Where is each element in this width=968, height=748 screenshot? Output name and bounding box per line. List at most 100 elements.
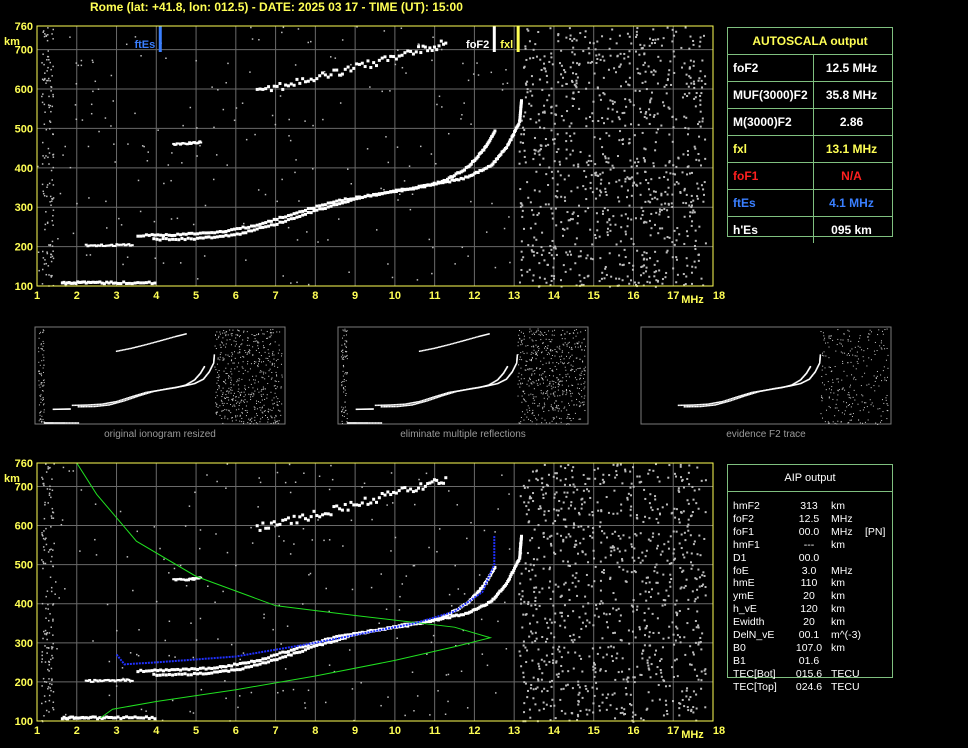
noise-dot — [545, 376, 547, 378]
noise-dot — [42, 546, 45, 548]
noise-dot — [233, 362, 235, 364]
noise-dot — [656, 571, 659, 574]
noise-dot — [52, 214, 54, 217]
trace-dot — [74, 422, 77, 424]
noise-dot — [543, 510, 546, 513]
noise-dot — [41, 360, 43, 362]
noise-dot — [523, 600, 526, 603]
noise-dot — [577, 525, 580, 528]
noise-dot — [559, 356, 561, 358]
noise-dot — [239, 402, 241, 404]
noise-dot — [570, 122, 573, 125]
noise-dot — [669, 585, 672, 588]
noise-dot — [47, 66, 49, 69]
noise-dot — [555, 509, 558, 512]
trace-dot — [105, 404, 108, 406]
noise-dot — [600, 178, 603, 181]
trace-dot — [295, 77, 299, 81]
noise-dot — [552, 417, 554, 419]
trace-dot — [168, 337, 171, 339]
noise-dot — [622, 534, 625, 537]
noise-dot — [624, 549, 627, 552]
trace-dot — [149, 342, 152, 345]
noise-dot — [270, 329, 272, 331]
noise-dot — [110, 125, 112, 127]
noise-dot — [572, 466, 575, 469]
noise-dot — [658, 512, 661, 515]
noise-dot — [45, 633, 48, 636]
trace-dot — [272, 84, 276, 88]
noise-dot — [391, 276, 394, 279]
noise-dot — [643, 612, 646, 615]
noise-dot — [579, 404, 581, 406]
noise-dot — [533, 414, 535, 416]
trace-dot — [121, 400, 124, 403]
noise-dot — [253, 335, 255, 337]
noise-dot — [463, 102, 465, 104]
noise-dot — [616, 561, 619, 564]
noise-dot — [95, 554, 98, 556]
noise-dot — [679, 702, 682, 705]
noise-dot — [48, 244, 50, 246]
noise-dot — [289, 553, 292, 555]
trace-dot — [309, 77, 313, 81]
noise-dot — [216, 395, 218, 397]
noise-dot — [281, 178, 283, 181]
trace-dot — [255, 87, 259, 91]
noise-dot — [307, 41, 310, 44]
noise-dot — [693, 668, 696, 671]
noise-dot — [613, 549, 616, 552]
noise-dot — [239, 395, 241, 397]
noise-dot — [544, 617, 547, 620]
noise-dot — [264, 193, 267, 196]
noise-dot — [618, 179, 621, 182]
noise-dot — [650, 506, 653, 509]
noise-dot — [538, 403, 540, 405]
noise-dot — [646, 280, 649, 283]
noise-dot — [255, 375, 257, 377]
noise-dot — [534, 631, 537, 634]
noise-dot — [573, 404, 575, 406]
noise-dot — [571, 149, 574, 152]
noise-dot — [568, 417, 570, 419]
trace-dot — [278, 82, 282, 86]
noise-dot — [625, 105, 628, 108]
noise-dot — [542, 497, 545, 500]
noise-dot — [51, 75, 53, 77]
noise-dot — [556, 133, 559, 136]
noise-dot — [579, 393, 581, 395]
noise-dot — [317, 241, 319, 243]
trace-dot — [286, 650, 290, 654]
noise-dot — [703, 181, 706, 184]
noise-dot — [601, 35, 604, 38]
trace-dot — [95, 403, 97, 406]
noise-dot — [596, 87, 599, 90]
noise-dot — [257, 345, 259, 347]
noise-dot — [667, 594, 670, 597]
noise-dot — [692, 498, 695, 501]
noise-dot — [51, 33, 53, 35]
trace-dot — [289, 648, 293, 652]
noise-dot — [461, 114, 463, 116]
noise-dot — [239, 415, 241, 417]
noise-dot — [529, 359, 531, 361]
noise-dot — [690, 194, 693, 197]
noise-dot — [241, 102, 244, 104]
noise-dot — [550, 621, 553, 624]
noise-dot — [704, 75, 707, 78]
noise-dot — [532, 697, 535, 700]
noise-dot — [648, 469, 651, 472]
noise-dot — [225, 367, 227, 369]
noise-dot — [654, 141, 657, 144]
noise-dot — [618, 254, 621, 257]
noise-dot — [47, 265, 50, 267]
noise-dot — [45, 211, 47, 213]
noise-dot — [269, 344, 271, 346]
noise-dot — [230, 379, 232, 381]
noise-dot — [683, 242, 686, 245]
noise-dot — [46, 184, 49, 186]
noise-dot — [562, 501, 565, 504]
noise-dot — [554, 583, 557, 586]
noise-dot — [38, 361, 40, 363]
noise-dot — [41, 183, 44, 186]
